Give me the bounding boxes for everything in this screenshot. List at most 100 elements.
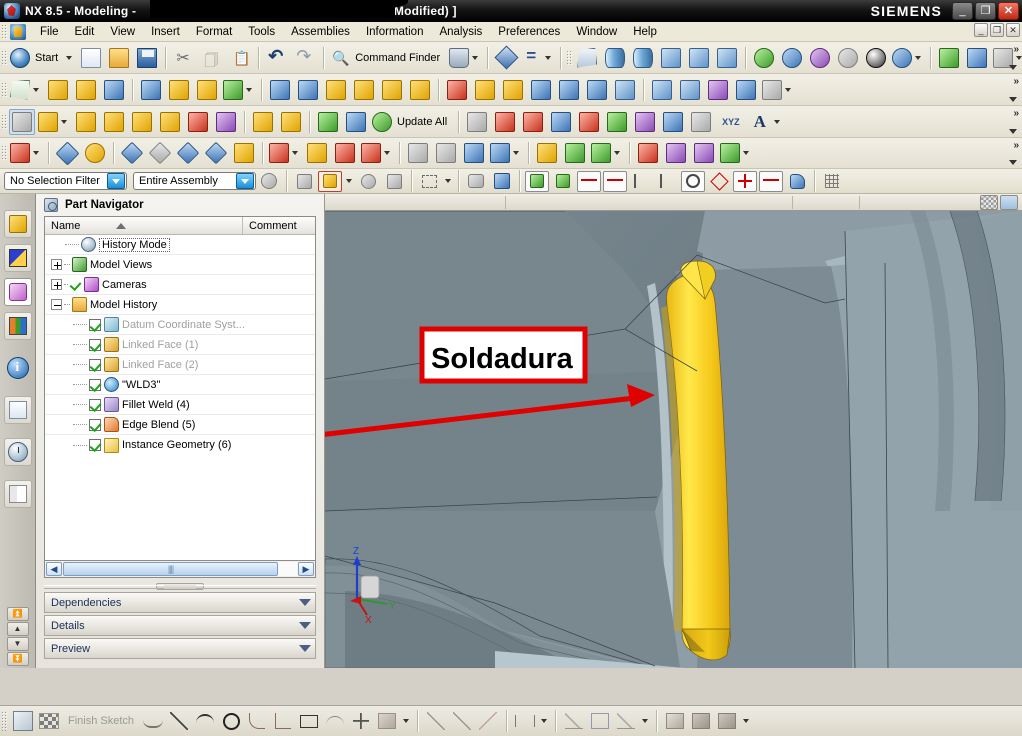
selection-scope-combo[interactable]: Entire Assembly — [133, 172, 256, 190]
paste-button[interactable] — [227, 45, 253, 71]
scroll-top-button[interactable]: ⏫ — [6, 607, 29, 621]
rectangle-button[interactable] — [297, 709, 321, 733]
face-select-button[interactable] — [464, 171, 488, 192]
simple-hole-button[interactable] — [590, 140, 624, 166]
select-feature-button[interactable] — [318, 170, 342, 192]
enable-snap-button[interactable] — [525, 170, 549, 192]
grid-button[interactable] — [820, 171, 844, 192]
toolbar-overflow-arrow-3[interactable] — [1009, 129, 1017, 134]
geometric-constraints-button[interactable] — [562, 709, 586, 733]
helix-button[interactable] — [604, 109, 630, 135]
zoom-window-button[interactable] — [630, 45, 656, 71]
datum-axis-button[interactable] — [433, 140, 459, 166]
curve-analysis-button[interactable] — [562, 140, 588, 166]
point-button[interactable] — [349, 709, 373, 733]
delete-face-button[interactable] — [556, 77, 582, 103]
resource-item-assembly-navigator[interactable] — [3, 210, 32, 238]
clip-button[interactable] — [964, 45, 990, 71]
toolbar-overflow-arrow-1[interactable] — [1009, 65, 1017, 70]
chevron-down-icon[interactable] — [513, 151, 519, 155]
toolbar-grip-3[interactable] — [1, 113, 8, 130]
menu-item-tools[interactable]: Tools — [240, 24, 283, 40]
make-symmetric-button[interactable] — [588, 709, 612, 733]
point-on-curve-button[interactable] — [577, 170, 601, 192]
wireframe-button[interactable] — [807, 45, 833, 71]
revolve-button[interactable] — [73, 77, 99, 103]
table-row[interactable]: "WLD3" — [45, 375, 315, 395]
toolbar-overflow-arrow-4[interactable] — [1009, 160, 1017, 165]
rectangle-select-button[interactable] — [417, 171, 441, 192]
profile-curve-button[interactable] — [464, 109, 490, 135]
expand-plus-icon[interactable] — [51, 259, 62, 270]
graphics-viewport[interactable]: Soldadura Z Y X — [325, 194, 1022, 668]
table-row[interactable]: History Mode — [45, 235, 315, 255]
studio-spline-button[interactable] — [323, 709, 347, 733]
chevron-down-icon[interactable] — [246, 87, 252, 92]
table-row[interactable]: Edge Blend (5) — [45, 415, 315, 435]
swept-button[interactable] — [295, 77, 321, 103]
text-button[interactable]: A — [748, 109, 784, 135]
static-wireframe-button[interactable] — [835, 45, 861, 71]
toolbar-overflow-arrow-2[interactable] — [1009, 97, 1017, 102]
menu-item-analysis[interactable]: Analysis — [431, 24, 490, 40]
pattern-feature-button[interactable] — [194, 77, 220, 103]
display-constraints-button[interactable] — [614, 709, 638, 733]
show-only-button[interactable] — [175, 140, 201, 166]
chevron-down-icon[interactable] — [545, 55, 552, 60]
update-all-button[interactable]: Update All — [371, 109, 453, 135]
new-file-button[interactable] — [78, 45, 104, 71]
sew-button[interactable] — [584, 77, 610, 103]
toolbar-grip-1[interactable] — [1, 49, 8, 66]
menu-item-preferences[interactable]: Preferences — [490, 24, 568, 40]
sketch-preferences-button[interactable] — [663, 709, 687, 733]
cut-button[interactable] — [171, 45, 197, 71]
wave-geometry-linker-button[interactable] — [250, 109, 276, 135]
scroll-right-button[interactable]: ▶ — [298, 562, 314, 576]
true-shading-button[interactable] — [863, 45, 889, 71]
toolbar-overflow-3[interactable]: » — [1013, 108, 1019, 119]
edit-object-display-button[interactable] — [54, 140, 80, 166]
chevron-down-icon[interactable] — [541, 719, 548, 723]
redo-button[interactable] — [292, 45, 318, 71]
doc-close-button[interactable]: ✕ — [1006, 23, 1020, 37]
table-row[interactable]: Model History — [45, 295, 315, 315]
symbol-button[interactable] — [691, 140, 717, 166]
more-features-button[interactable] — [677, 77, 703, 103]
toolbar-overflow-4[interactable]: » — [1013, 140, 1019, 151]
scroll-left-button[interactable]: ◀ — [46, 562, 62, 576]
measure-distance-button[interactable] — [304, 140, 330, 166]
menu-item-edit[interactable]: Edit — [67, 24, 103, 40]
weld-button[interactable] — [534, 140, 560, 166]
scrollbar-track[interactable]: |||| — [63, 562, 297, 576]
sketch-button[interactable] — [9, 77, 43, 103]
pan-button[interactable] — [658, 45, 684, 71]
table-row[interactable]: Datum Coordinate Syst... — [45, 315, 315, 335]
menu-item-assemblies[interactable]: Assemblies — [283, 24, 358, 40]
intersect-curve-button[interactable] — [632, 109, 658, 135]
profile-button[interactable] — [141, 709, 165, 733]
draft-button[interactable] — [407, 77, 433, 103]
menu-item-view[interactable]: View — [102, 24, 143, 40]
line-button[interactable] — [167, 709, 191, 733]
menu-item-format[interactable]: Format — [188, 24, 240, 40]
existing-point-button[interactable] — [733, 170, 757, 192]
point-constructor-button[interactable] — [785, 171, 809, 192]
details-section[interactable]: Details — [44, 615, 316, 636]
menu-item-information[interactable]: Information — [358, 24, 432, 40]
chevron-down-icon[interactable] — [33, 87, 39, 92]
resource-item-web-browser[interactable] — [3, 396, 32, 424]
window-layout-button[interactable] — [448, 45, 482, 71]
circle-button[interactable] — [219, 709, 243, 733]
menu-item-help[interactable]: Help — [625, 24, 665, 40]
show-all-button[interactable] — [231, 140, 257, 166]
sketch-in-task-button[interactable] — [11, 709, 35, 733]
style-shaded-button[interactable] — [751, 45, 777, 71]
control-point-button[interactable] — [655, 171, 679, 192]
collapse-minus-icon[interactable] — [51, 299, 62, 310]
tube-button[interactable] — [267, 77, 293, 103]
perspective-button[interactable] — [714, 45, 740, 71]
quadrant-point-button[interactable] — [707, 171, 731, 192]
extra-feature-b-button[interactable] — [733, 77, 759, 103]
solid-select-button[interactable] — [490, 171, 514, 192]
shell-button[interactable] — [166, 77, 192, 103]
